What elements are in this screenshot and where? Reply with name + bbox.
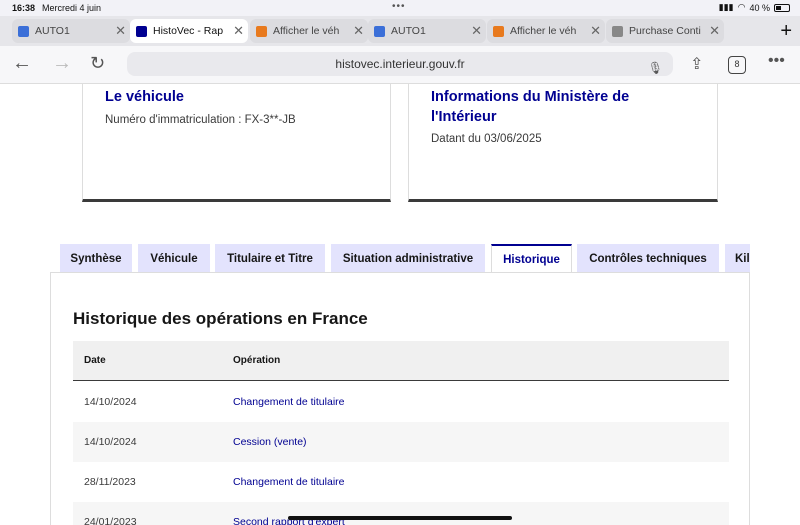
url-text: histovec.interieur.gouv.fr (335, 57, 465, 71)
browser-tab[interactable]: Purchase Conti ✕ (606, 19, 724, 43)
row-operation-link[interactable]: Changement de titulaire (233, 476, 345, 488)
table-row: 24/01/2023 Second rapport d'expert (73, 502, 729, 525)
browser-tab-bar: AUTO1 ✕ HistoVec - Rap ✕ Afficher le véh ✕ … (0, 16, 800, 46)
url-field[interactable]: histovec.interieur.gouv.fr 🎙 (127, 52, 673, 76)
globe-icon (612, 25, 623, 37)
flag-fr-icon (136, 25, 147, 37)
status-right: ▮▮▮ ◠ 40 % (719, 2, 790, 13)
vehicle-card: Le véhicule Numéro d'immatriculation : F… (82, 84, 391, 202)
close-icon[interactable]: ✕ (353, 23, 364, 39)
row-operation-link[interactable]: Changement de titulaire (233, 396, 345, 408)
tab-synthese[interactable]: Synthèse (60, 244, 132, 273)
wifi-icon: ◠ (737, 2, 746, 12)
tab-titulaire[interactable]: Titulaire et Titre (215, 244, 325, 273)
close-icon[interactable]: ✕ (471, 23, 482, 39)
tab-count-button[interactable]: 8 (728, 56, 746, 74)
orange-grid-icon (256, 25, 267, 37)
browser-tab[interactable]: AUTO1 ✕ (368, 19, 486, 43)
status-date: Mercredi 4 juin (42, 3, 102, 13)
tab-kilometrage[interactable]: Kil (725, 244, 750, 273)
row-date: 14/10/2024 (84, 396, 137, 408)
reload-icon[interactable]: ↻ (90, 53, 105, 74)
browser-tab-active[interactable]: HistoVec - Rap ✕ (130, 19, 248, 43)
vehicle-card-title: Le véhicule (105, 89, 184, 105)
table-row: 28/11/2023 Changement de titulaire (73, 462, 729, 502)
page-tabs: Synthèse Véhicule Titulaire et Titre Sit… (60, 244, 750, 274)
row-date: 14/10/2024 (84, 436, 137, 448)
home-indicator[interactable] (288, 516, 512, 520)
auto1-icon (18, 25, 29, 37)
row-operation-link[interactable]: Cession (vente) (233, 436, 307, 448)
tab-label: HistoVec - Rap (153, 25, 224, 37)
ministry-card-title-1: Informations du Ministère de (431, 89, 630, 105)
more-menu-icon[interactable]: ••• (768, 52, 785, 70)
microphone-icon[interactable]: 🎙 (648, 56, 663, 80)
data-date: Datant du 03/06/2025 (431, 133, 542, 145)
tab-controles[interactable]: Contrôles techniques (577, 244, 719, 273)
new-tab-plus-icon[interactable]: + (780, 20, 792, 43)
back-arrow-icon[interactable]: ← (12, 52, 32, 75)
tab-historique[interactable]: Historique (491, 244, 572, 274)
multitask-dots-icon[interactable]: ••• (392, 1, 406, 12)
tab-label: AUTO1 (35, 25, 70, 37)
row-date: 28/11/2023 (84, 476, 136, 488)
status-time: 16:38 (12, 3, 36, 13)
tab-situation[interactable]: Situation administrative (331, 244, 485, 273)
signal-icon: ▮▮▮ (718, 2, 734, 12)
table-row: 14/10/2024 Cession (vente) (73, 422, 729, 462)
tab-label: Afficher le véh (510, 25, 577, 37)
forward-arrow-icon[interactable]: → (52, 52, 72, 75)
tab-label: Afficher le véh (273, 25, 340, 37)
orange-grid-icon (493, 25, 504, 37)
col-operation: Opération (233, 355, 281, 366)
tab-label: AUTO1 (391, 25, 426, 37)
battery-text: 40 % (749, 2, 770, 13)
table-header: Date Opération (73, 341, 729, 381)
browser-tab[interactable]: AUTO1 ✕ (12, 19, 130, 43)
close-icon[interactable]: ✕ (233, 23, 244, 39)
battery-icon (774, 3, 790, 12)
ministry-card-title-2: l'Intérieur (431, 109, 497, 125)
browser-tab[interactable]: Afficher le véh ✕ (487, 19, 605, 43)
history-panel: Historique des opérations en France Date… (50, 272, 750, 525)
registration-number: Numéro d'immatriculation : FX-3**-JB (105, 114, 296, 126)
row-date: 24/01/2023 (84, 516, 137, 525)
close-icon[interactable]: ✕ (115, 23, 126, 39)
page-content: Le véhicule Numéro d'immatriculation : F… (0, 84, 800, 525)
close-icon[interactable]: ✕ (590, 23, 601, 39)
share-icon[interactable]: ⇪ (690, 54, 703, 74)
ministry-card: Informations du Ministère de l'Intérieur… (408, 84, 718, 202)
auto1-icon (374, 25, 385, 37)
address-bar-row: ← → ↻ histovec.interieur.gouv.fr 🎙 ⇪ 8 •… (0, 46, 800, 84)
table-row: 14/10/2024 Changement de titulaire (73, 382, 729, 422)
tab-label: Purchase Conti (629, 25, 701, 37)
col-date: Date (84, 355, 106, 366)
tab-vehicule[interactable]: Véhicule (138, 244, 210, 273)
browser-tab[interactable]: Afficher le véh ✕ (250, 19, 368, 43)
close-icon[interactable]: ✕ (709, 23, 720, 39)
status-bar: 16:38 Mercredi 4 juin ••• ▮▮▮ ◠ 40 % (0, 0, 800, 16)
history-title: Historique des opérations en France (73, 309, 368, 328)
